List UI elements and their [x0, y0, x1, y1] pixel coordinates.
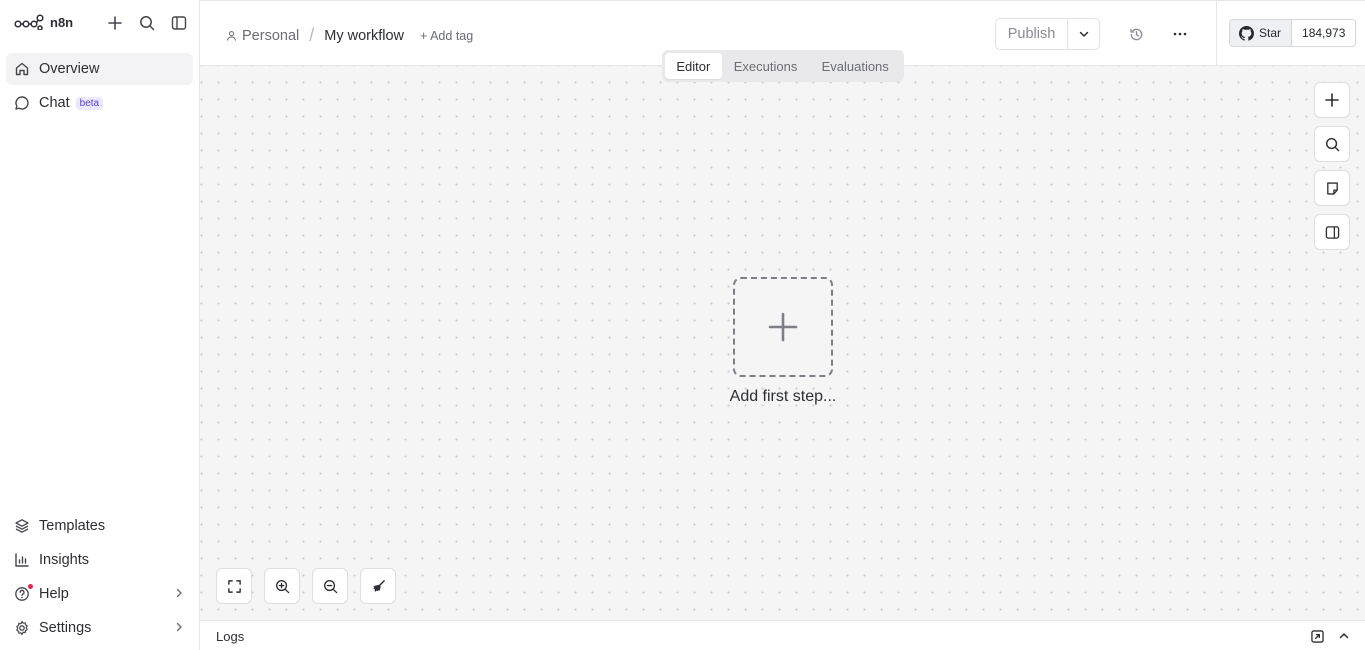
sidebar-item-settings[interactable]: Settings [6, 612, 193, 644]
canvas-zoom-toolbar [216, 568, 396, 604]
sidebar-item-label: Insights [39, 552, 89, 568]
fit-view-button[interactable] [216, 568, 252, 604]
history-icon [1129, 28, 1142, 40]
zoom-out-button[interactable] [312, 568, 348, 604]
publish-button[interactable]: Publish [996, 19, 1068, 49]
popout-icon [1310, 629, 1324, 643]
n8n-logo-icon [14, 14, 44, 30]
sidebar-top: n8n [0, 0, 199, 46]
create-button[interactable] [105, 13, 125, 33]
workflow-name[interactable]: My workflow [324, 28, 404, 44]
more-options-button[interactable] [1170, 24, 1190, 44]
plus-icon [1325, 93, 1339, 107]
chat-icon [14, 95, 30, 111]
publish-dropdown-button[interactable] [1068, 19, 1099, 49]
home-icon [14, 61, 30, 77]
chevron-right-icon [173, 621, 185, 633]
zoom-in-button[interactable] [264, 568, 300, 604]
breadcrumb-project[interactable]: Personal [226, 28, 299, 44]
add-sticky-note-button[interactable] [1314, 170, 1350, 206]
chevron-right-icon [173, 587, 185, 599]
n8n-logo[interactable]: n8n [14, 14, 73, 30]
search-nodes-button[interactable] [1314, 126, 1350, 162]
sidebar-item-label: Chat [39, 95, 70, 111]
sidebar-item-templates[interactable]: Templates [6, 510, 193, 542]
expand-logs-button[interactable] [1337, 629, 1351, 643]
breadcrumb-project-label: Personal [242, 27, 300, 44]
history-button[interactable] [1126, 24, 1146, 44]
beta-badge: beta [75, 96, 104, 110]
open-logs-window-button[interactable] [1310, 629, 1324, 643]
add-first-step-button[interactable] [733, 277, 833, 377]
view-tabs: Editor Executions Evaluations [662, 50, 904, 82]
sidebar-item-label: Help [39, 586, 69, 602]
insights-icon [14, 552, 30, 568]
logs-label: Logs [216, 629, 245, 644]
chevron-down-icon [1079, 31, 1088, 37]
sidebar-item-label: Templates [39, 518, 106, 534]
collapse-sidebar-button[interactable] [169, 13, 189, 33]
tab-editor[interactable]: Editor [665, 53, 722, 79]
sidebar-item-overview[interactable]: Overview [6, 53, 193, 85]
sidebar-search-button[interactable] [137, 13, 157, 33]
tab-evaluations[interactable]: Evaluations [809, 53, 901, 79]
user-icon [227, 31, 236, 41]
plus-icon [108, 16, 122, 30]
ellipsis-icon [1173, 32, 1187, 36]
fit-view-icon [227, 579, 241, 593]
zoom-in-icon [275, 579, 289, 593]
tidy-up-button[interactable] [360, 568, 396, 604]
toggle-panel-button[interactable] [1314, 214, 1350, 250]
broom-icon [372, 579, 385, 592]
github-icon [1239, 25, 1254, 41]
help-icon [14, 586, 30, 602]
breadcrumb-separator: / [309, 25, 315, 45]
brand-name: n8n [50, 14, 74, 30]
tab-executions[interactable]: Executions [724, 53, 808, 79]
sidebar-item-chat[interactable]: Chat beta [6, 87, 193, 119]
sidebar-item-label: Overview [39, 61, 100, 77]
panel-right-icon [1325, 225, 1339, 239]
github-star-button[interactable]: Star [1230, 20, 1293, 46]
publish-group: Publish [995, 18, 1100, 50]
search-icon [140, 16, 155, 31]
github-star-label: Star [1259, 26, 1282, 40]
canvas-right-toolbar [1314, 82, 1350, 250]
plus-icon [768, 312, 798, 342]
sidebar-item-help[interactable]: Help [6, 578, 193, 610]
sidebar-toggle-icon [171, 16, 187, 30]
chevron-up-icon [1339, 633, 1349, 639]
breadcrumb: Personal / My workflow + Add tag [226, 25, 473, 46]
github-star-widget: Star 184,973 [1229, 19, 1357, 47]
notification-dot [28, 584, 33, 589]
sidebar-item-insights[interactable]: Insights [6, 544, 193, 576]
add-node-button[interactable] [1314, 82, 1350, 118]
gear-icon [14, 620, 30, 636]
zoom-out-icon [323, 579, 337, 593]
templates-icon [14, 518, 30, 534]
sidebar-item-label: Settings [39, 620, 92, 636]
add-first-step-label: Add first step... [729, 388, 837, 405]
logs-panel-bar[interactable]: Logs [200, 620, 1365, 650]
github-star-count[interactable]: 184,973 [1292, 20, 1356, 46]
header-divider [1216, 1, 1217, 67]
sidebar: n8n Overview Chat beta Templates Insight… [0, 0, 200, 650]
add-tag-button[interactable]: + Add tag [420, 29, 473, 43]
workflow-canvas[interactable]: Add first step... [200, 66, 1365, 620]
sticky-note-icon [1326, 181, 1338, 195]
search-icon [1325, 137, 1339, 151]
